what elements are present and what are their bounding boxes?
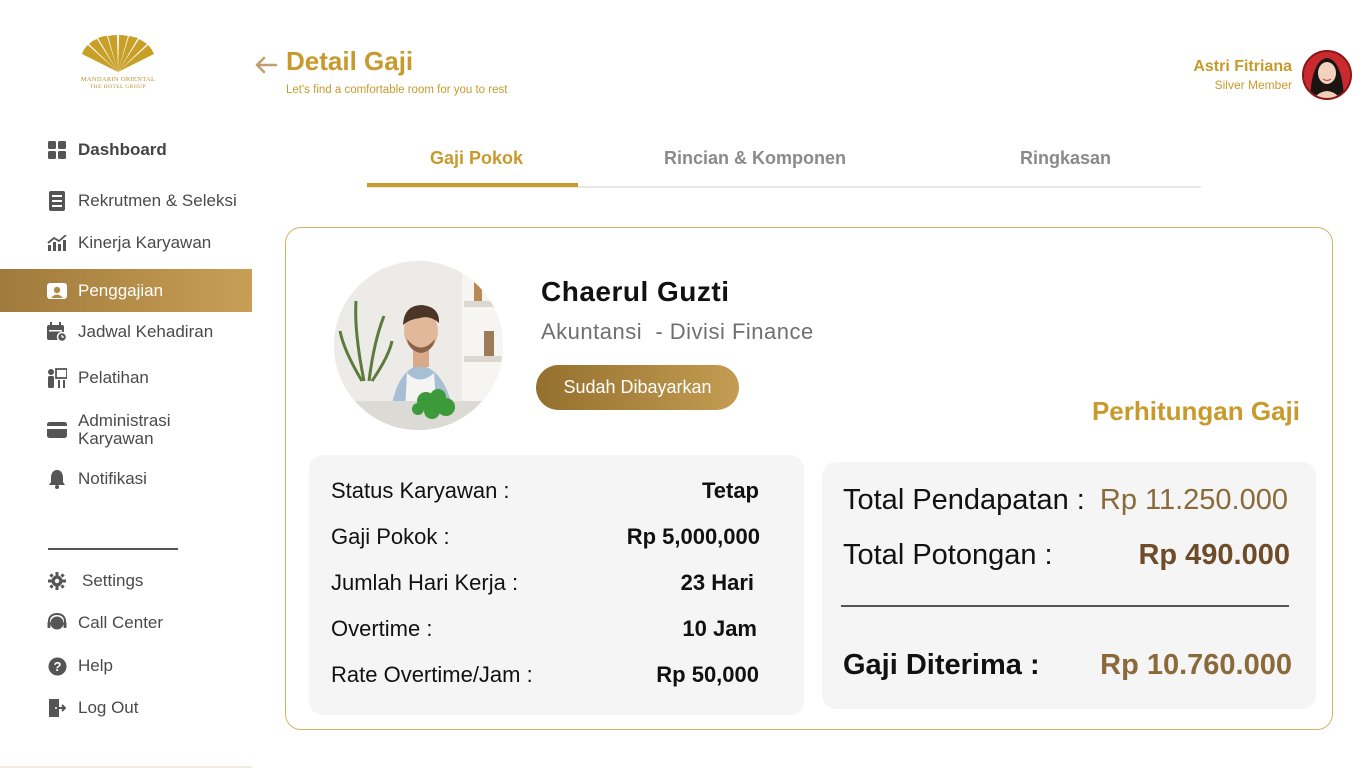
detail-label-overtime: Overtime : xyxy=(331,616,433,641)
user-names: Astri Fitriana Silver Member xyxy=(1193,58,1292,92)
user-name: Astri Fitriana xyxy=(1193,58,1292,75)
tab-ringkasan[interactable]: Ringkasan xyxy=(1020,148,1111,169)
sidebar-item-dashboard[interactable]: Dashboard xyxy=(0,130,252,170)
sidebar-item-label: Help xyxy=(78,656,113,675)
headset-icon xyxy=(47,613,67,633)
user-profile[interactable]: Astri Fitriana Silver Member xyxy=(1193,50,1352,100)
training-icon xyxy=(47,368,67,388)
sidebar-item-call-center[interactable]: Call Center xyxy=(0,603,252,643)
sidebar-item-label: Administrasi Karyawan xyxy=(78,411,171,448)
sidebar-divider xyxy=(48,548,178,550)
total-income-label: Total Pendapatan : xyxy=(843,484,1085,516)
detail-label-gaji-pokok: Gaji Pokok : xyxy=(331,524,450,549)
chart-trend-icon xyxy=(47,233,67,253)
payment-status-button[interactable]: Sudah Dibayarkan xyxy=(536,365,739,410)
calendar-icon xyxy=(47,322,67,342)
sidebar-item-label: Pelatihan xyxy=(78,368,149,387)
detail-value-rate-overtime: Rp 50,000 xyxy=(656,662,759,687)
tab-gaji-pokok[interactable]: Gaji Pokok xyxy=(430,148,523,169)
page-title: Detail Gaji xyxy=(286,46,414,76)
grid-icon xyxy=(47,140,67,160)
total-income-value: Rp 11.250.000 xyxy=(1099,484,1288,516)
gear-icon xyxy=(47,571,67,591)
detail-label-status: Status Karyawan : xyxy=(331,478,510,503)
fan-logo-icon xyxy=(82,35,154,72)
employee-department: Akuntansi - Divisi Finance xyxy=(541,319,814,344)
user-role: Silver Member xyxy=(1214,78,1292,92)
sidebar-item-label: Call Center xyxy=(78,613,164,632)
page-subtitle: Let's find a comfortable room for you to… xyxy=(286,84,508,96)
sidebar-item-penggajian[interactable]: Penggajian xyxy=(0,269,252,312)
sidebar-item-notifikasi[interactable]: Notifikasi xyxy=(0,459,252,499)
sidebar-item-label: Kinerja Karyawan xyxy=(78,233,212,252)
detail-label-hari-kerja: Jumlah Hari Kerja : xyxy=(331,570,519,595)
total-deduction-value: Rp 490.000 xyxy=(1138,539,1290,571)
back-arrow-icon[interactable] xyxy=(253,52,279,78)
detail-value-hari-kerja: 23 Hari xyxy=(680,570,754,595)
net-salary-label: Gaji Diterima : xyxy=(843,649,1040,681)
logo-brand-text: MANDARIN ORIENTAL xyxy=(80,76,156,83)
employee-photo xyxy=(334,261,503,430)
detail-value-gaji-pokok: Rp 5,000,000 xyxy=(626,524,760,549)
svg-text:?: ? xyxy=(53,659,61,674)
summary-divider xyxy=(841,605,1289,607)
sidebar-item-label: Penggajian xyxy=(78,280,164,300)
sidebar-item-label: Dashboard xyxy=(78,140,167,159)
sidebar-item-label: Log Out xyxy=(78,698,139,717)
sidebar-item-rekrutmen[interactable]: Rekrutmen & Seleksi xyxy=(0,181,252,221)
document-list-icon xyxy=(47,191,67,211)
sidebar-item-help[interactable]: ? Help xyxy=(0,646,252,686)
net-salary-value: Rp 10.760.000 xyxy=(1100,649,1292,681)
calculation-title: Perhitungan Gaji xyxy=(1091,396,1300,426)
logout-icon xyxy=(47,698,67,718)
total-deduction-label: Total Potongan : xyxy=(843,539,1053,571)
detail-value-status: Tetap xyxy=(701,478,759,503)
tab-bar: Gaji Pokok Rincian & Komponen Ringkasan xyxy=(367,140,1201,188)
logo-sub-text: THE HOTEL GROUP xyxy=(90,84,146,90)
help-icon: ? xyxy=(47,656,67,676)
sidebar-item-label: Notifikasi xyxy=(78,469,147,488)
sidebar-item-label: Settings xyxy=(82,571,144,590)
sidebar: MANDARIN ORIENTAL THE HOTEL GROUP Dashbo… xyxy=(0,0,252,768)
sidebar-item-pelatihan[interactable]: Pelatihan xyxy=(0,358,252,398)
sidebar-item-logout[interactable]: Log Out xyxy=(0,688,252,728)
sidebar-item-label: Rekrutmen & Seleksi xyxy=(78,191,237,210)
active-tab-indicator xyxy=(367,183,578,187)
detail-value-overtime: 10 Jam xyxy=(682,616,757,641)
bell-icon xyxy=(47,469,67,489)
sidebar-item-kinerja[interactable]: Kinerja Karyawan xyxy=(0,223,252,263)
card-icon xyxy=(47,420,67,440)
tab-rincian-komponen[interactable]: Rincian & Komponen xyxy=(664,148,846,169)
avatar[interactable] xyxy=(1302,50,1352,100)
payroll-icon xyxy=(47,281,67,301)
mandarin-oriental-logo[interactable]: MANDARIN ORIENTAL THE HOTEL GROUP xyxy=(76,34,160,98)
employee-name: Chaerul Guzti xyxy=(541,276,730,307)
sidebar-item-settings[interactable]: Settings xyxy=(0,561,252,601)
sidebar-item-label: Jadwal Kehadiran xyxy=(78,322,214,341)
sidebar-item-administrasi[interactable]: Administrasi Karyawan xyxy=(0,410,252,450)
detail-label-rate-overtime: Rate Overtime/Jam : xyxy=(331,662,533,687)
sidebar-item-jadwal[interactable]: Jadwal Kehadiran xyxy=(0,312,252,352)
